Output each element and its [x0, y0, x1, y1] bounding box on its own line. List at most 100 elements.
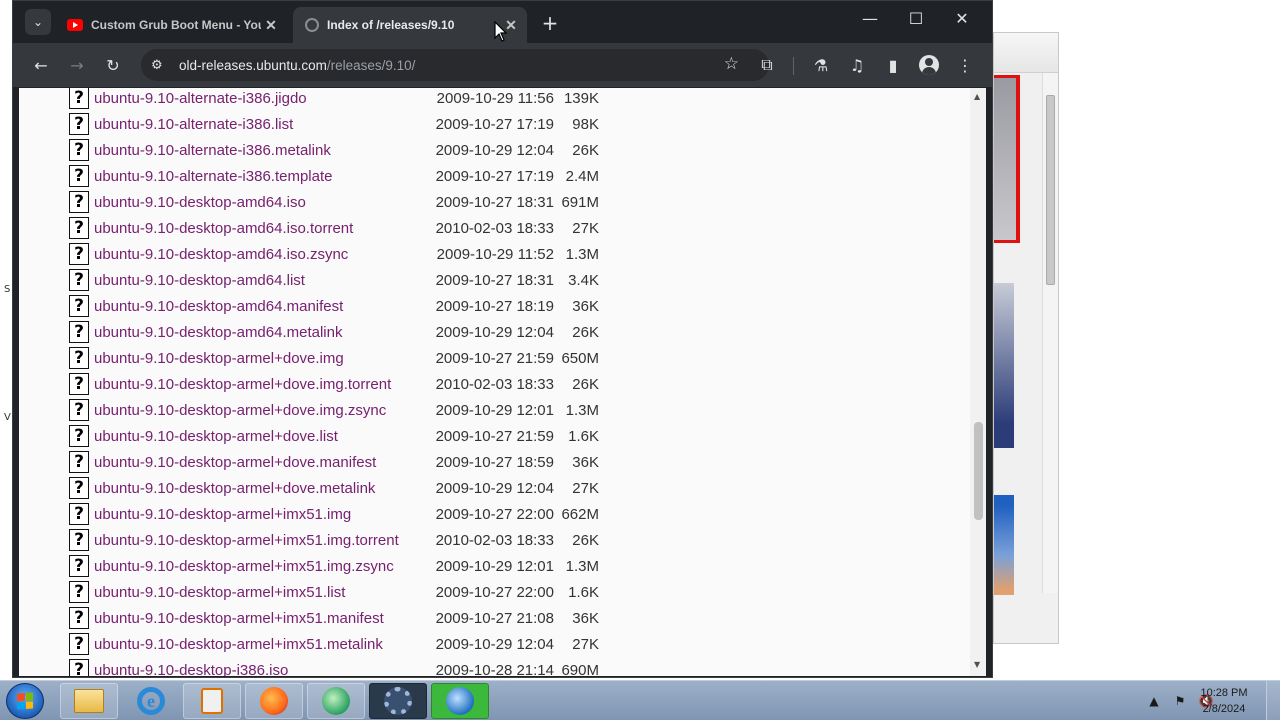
file-link[interactable]: ubuntu-9.10-desktop-amd64.metalink — [94, 324, 424, 341]
file-date: 2009-10-28 21:14 — [435, 661, 554, 677]
reload-button[interactable]: ↻ — [101, 53, 125, 77]
taskbar-media-player[interactable] — [183, 683, 241, 719]
file-link[interactable]: ubuntu-9.10-desktop-armel+dove.metalink — [94, 480, 424, 497]
list-item: ? ubuntu-9.10-desktop-armel+dove.list 2009… — [69, 423, 629, 449]
unknown-file-icon: ? — [69, 555, 89, 577]
file-link[interactable]: ubuntu-9.10-desktop-amd64.iso.torrent — [94, 220, 424, 237]
scroll-down-arrow-icon[interactable]: ▼ — [974, 660, 980, 669]
file-date: 2009-10-29 11:52 — [436, 245, 554, 263]
file-link[interactable]: ubuntu-9.10-alternate-i386.template — [94, 168, 424, 185]
file-link[interactable]: ubuntu-9.10-desktop-armel+imx51.metalink — [94, 636, 424, 653]
taskbar: e ▲ ⚑ 🔇 10:28 PM 2/8/2024 — [0, 680, 1280, 720]
unknown-file-icon: ? — [69, 269, 89, 291]
file-link[interactable]: ubuntu-9.10-alternate-i386.list — [94, 116, 424, 133]
start-button[interactable] — [6, 683, 44, 719]
profile-avatar-icon[interactable] — [919, 55, 939, 75]
file-link[interactable]: ubuntu-9.10-desktop-armel+dove.img — [94, 350, 424, 367]
scrollbar-thumb[interactable] — [1046, 95, 1055, 285]
tab-index-releases[interactable]: Index of /releases/9.10 ✕ — [293, 7, 527, 43]
scrollbar-thumb[interactable] — [974, 422, 983, 520]
file-link[interactable]: ubuntu-9.10-desktop-amd64.list — [94, 272, 424, 289]
taskbar-app-globe[interactable] — [431, 683, 489, 719]
file-size: 1.3M — [565, 245, 599, 263]
unknown-file-icon: ? — [69, 321, 89, 343]
minimize-button[interactable]: — — [847, 9, 893, 28]
file-link[interactable]: ubuntu-9.10-desktop-armel+imx51.img.torr… — [94, 532, 424, 549]
file-link[interactable]: ubuntu-9.10-desktop-i386.iso — [94, 662, 424, 677]
forward-button[interactable]: → — [65, 53, 89, 77]
taskbar-app-gear[interactable] — [369, 683, 427, 719]
site-info-icon[interactable]: ⚙ — [151, 58, 169, 73]
tray-expand-icon[interactable]: ▲ — [1146, 694, 1162, 708]
file-link[interactable]: ubuntu-9.10-desktop-amd64.iso — [94, 194, 424, 211]
unknown-file-icon: ? — [69, 165, 89, 187]
taskbar-explorer[interactable] — [60, 683, 118, 719]
file-link[interactable]: ubuntu-9.10-alternate-i386.jigdo — [94, 90, 424, 107]
file-link[interactable]: ubuntu-9.10-alternate-i386.metalink — [94, 142, 424, 159]
maximize-button[interactable]: ☐ — [893, 9, 939, 28]
browser-window: ⌄ Custom Grub Boot Menu - You ✕ Index of… — [12, 0, 993, 678]
taskbar-clock[interactable]: 10:28 PM 2/8/2024 — [1194, 685, 1254, 717]
unknown-file-icon: ? — [69, 451, 89, 473]
bookmark-star-icon[interactable]: ☆ — [724, 54, 739, 74]
file-size: 27K — [572, 219, 599, 237]
chevron-down-icon: ⌄ — [32, 15, 44, 29]
file-link[interactable]: ubuntu-9.10-desktop-armel+dove.img.torre… — [94, 376, 424, 393]
media-control-button[interactable]: ♫ — [845, 53, 869, 77]
file-link[interactable]: ubuntu-9.10-desktop-armel+imx51.manifest — [94, 610, 424, 627]
file-link[interactable]: ubuntu-9.10-desktop-armel+dove.manifest — [94, 454, 424, 471]
file-size: 139K — [563, 89, 599, 107]
background-window-titlebar[interactable] — [994, 33, 1058, 73]
unknown-file-icon: ? — [69, 581, 89, 603]
side-panel-button[interactable]: ▮ — [881, 53, 905, 77]
unknown-file-icon: ? — [69, 659, 89, 676]
tab-youtube[interactable]: Custom Grub Boot Menu - You ✕ — [57, 7, 287, 43]
file-date: 2009-10-27 22:00 — [435, 505, 554, 523]
show-desktop-button[interactable] — [1266, 681, 1280, 720]
back-button[interactable]: ← — [29, 53, 53, 77]
url-host: old-releases.ubuntu.com — [179, 57, 327, 73]
file-size: 27K — [572, 479, 599, 497]
labs-button[interactable]: ⚗ — [809, 53, 833, 77]
list-item: ? ubuntu-9.10-desktop-armel+imx51.metalin… — [69, 631, 629, 657]
close-tab-icon[interactable]: ✕ — [261, 17, 281, 34]
file-date: 2009-10-29 12:01 — [435, 557, 554, 575]
file-link[interactable]: ubuntu-9.10-desktop-armel+imx51.img — [94, 506, 424, 523]
unknown-file-icon: ? — [69, 295, 89, 317]
background-window[interactable] — [993, 32, 1059, 644]
file-date: 2010-02-03 18:33 — [435, 375, 554, 393]
close-window-button[interactable]: ✕ — [939, 9, 985, 28]
action-center-icon[interactable]: ⚑ — [1172, 694, 1188, 708]
file-date: 2009-10-27 21:59 — [435, 427, 554, 445]
page-scrollbar[interactable]: ▲ ▼ — [970, 88, 986, 676]
background-window-scrollbar[interactable] — [1042, 73, 1058, 593]
file-date: 2009-10-29 12:04 — [435, 323, 554, 341]
taskbar-app-green[interactable] — [307, 683, 365, 719]
list-item: ? ubuntu-9.10-desktop-armel+imx51.manifes… — [69, 605, 629, 631]
tab-search-button[interactable]: ⌄ — [25, 9, 51, 35]
file-link[interactable]: ubuntu-9.10-desktop-armel+imx51.img.zsyn… — [94, 558, 424, 575]
file-date: 2010-02-03 18:33 — [435, 219, 554, 237]
file-link[interactable]: ubuntu-9.10-desktop-amd64.iso.zsync — [94, 246, 424, 263]
file-size: 36K — [572, 609, 599, 627]
scroll-up-arrow-icon[interactable]: ▲ — [974, 92, 980, 101]
file-date: 2009-10-29 12:04 — [435, 635, 554, 653]
address-bar[interactable]: ⚙ old-releases.ubuntu.com/releases/9.10/… — [141, 49, 769, 81]
green-orb-icon — [322, 687, 350, 715]
unknown-file-icon: ? — [69, 503, 89, 525]
file-link[interactable]: ubuntu-9.10-desktop-armel+imx51.list — [94, 584, 424, 601]
taskbar-firefox[interactable] — [245, 683, 303, 719]
taskbar-internet-explorer[interactable]: e — [122, 683, 180, 719]
extensions-button[interactable]: ⧉ — [755, 53, 779, 77]
file-link[interactable]: ubuntu-9.10-desktop-armel+dove.list — [94, 428, 424, 445]
menu-button[interactable]: ⋮ — [953, 53, 977, 77]
arrow-right-icon: → — [70, 55, 84, 75]
unknown-file-icon: ? — [69, 477, 89, 499]
background-window-image-sky — [994, 495, 1014, 595]
file-size: 26K — [572, 531, 599, 549]
file-link[interactable]: ubuntu-9.10-desktop-amd64.manifest — [94, 298, 424, 315]
new-tab-button[interactable]: + — [539, 11, 561, 35]
file-link[interactable]: ubuntu-9.10-desktop-armel+dove.img.zsync — [94, 402, 424, 419]
url-text[interactable]: old-releases.ubuntu.com/releases/9.10/ — [179, 58, 415, 73]
file-size: 26K — [572, 375, 599, 393]
